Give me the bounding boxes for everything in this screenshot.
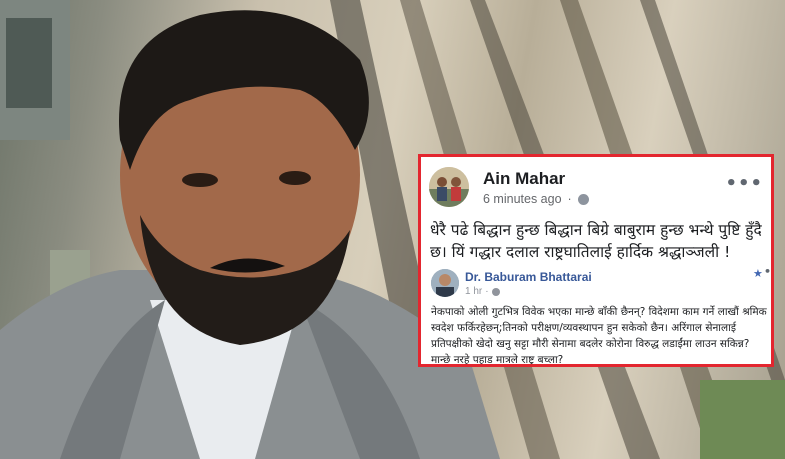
shared-author-name[interactable]: Dr. Baburam Bhattarai: [465, 270, 592, 284]
globe-icon: [577, 193, 589, 205]
shared-timestamp[interactable]: 1 hr: [465, 286, 482, 297]
post-meta: 6 minutes ago ·: [483, 192, 589, 206]
shared-post: Dr. Baburam Bhattarai 1 hr · ★ • नेकपाको…: [427, 265, 771, 366]
shared-post-text: नेकपाको ओली गुटभित्र विवेक भएका मान्छे ब…: [431, 306, 767, 366]
shared-separator: ·: [485, 286, 489, 297]
avatar[interactable]: [429, 167, 469, 207]
post-header: Ain Mahar 6 minutes ago · •••: [429, 167, 769, 211]
shared-globe-icon: [491, 287, 500, 296]
post-timestamp[interactable]: 6 minutes ago: [483, 192, 562, 206]
shared-avatar-image: [431, 269, 459, 297]
shared-avatar[interactable]: [431, 269, 459, 297]
star-icon[interactable]: ★: [753, 267, 763, 280]
avatar-image: [429, 167, 469, 207]
post-text: धेरै पढे बिद्धान हुन्छ बिद्धान बिग्रे बा…: [430, 221, 762, 261]
facebook-post-card: Ain Mahar 6 minutes ago · ••• धेरै पढे ब…: [418, 154, 774, 367]
shared-more-icon[interactable]: •: [764, 265, 771, 278]
meta-separator: ·: [567, 192, 572, 206]
post-author-name[interactable]: Ain Mahar: [483, 169, 565, 189]
more-options-icon[interactable]: •••: [725, 173, 763, 194]
shared-meta: 1 hr ·: [465, 286, 500, 297]
